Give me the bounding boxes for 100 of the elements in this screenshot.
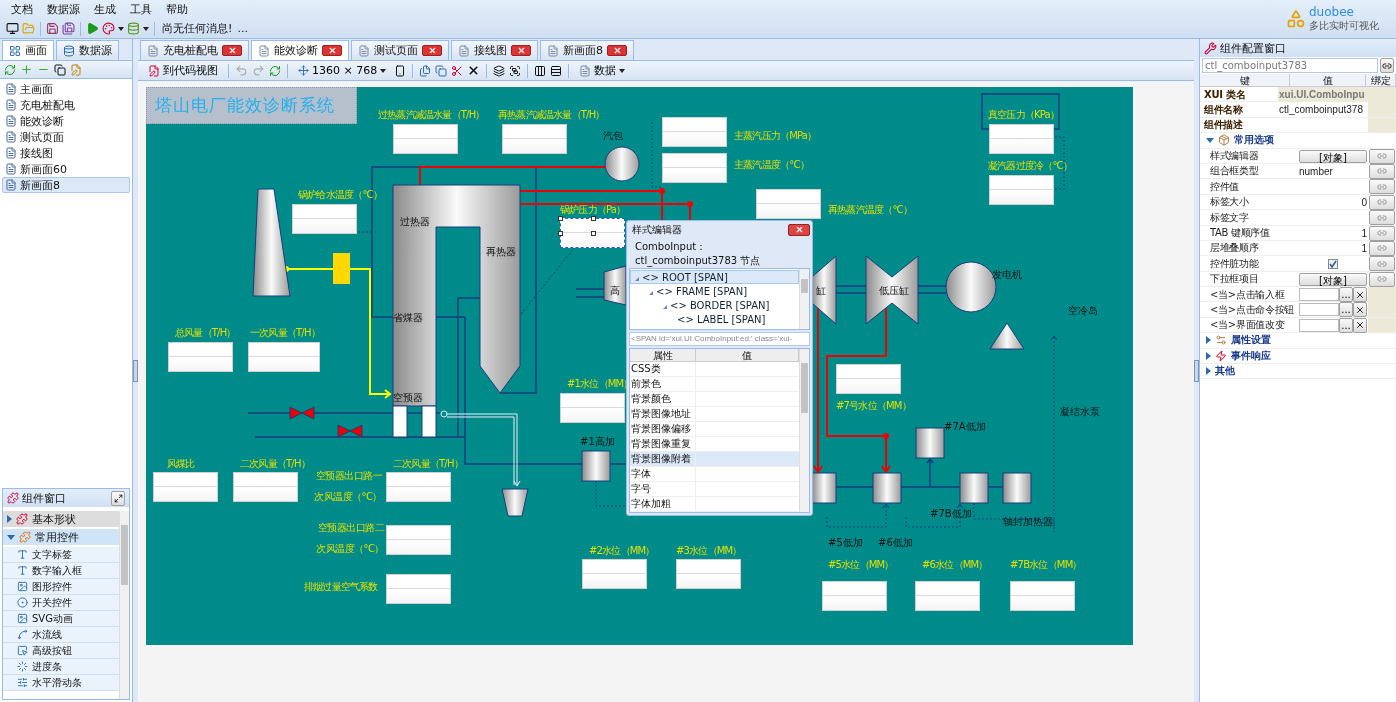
resize-handle[interactable] (591, 216, 596, 221)
panel-tab[interactable]: 数据源 (56, 40, 119, 60)
page-item[interactable]: 测试页面 (2, 129, 130, 145)
clear-button[interactable] (1353, 287, 1367, 303)
close-tab-button[interactable] (322, 45, 342, 56)
link-button[interactable] (1380, 58, 1394, 73)
scrollbar[interactable] (799, 349, 809, 512)
page-item[interactable]: 接线图 (2, 145, 130, 161)
path-field[interactable]: <SPAN id='xui.UI.ComboInput:ed:' class='xui- (629, 332, 810, 346)
send-back-icon[interactable] (509, 64, 522, 77)
component-item[interactable]: 开关控件 (3, 595, 119, 611)
copy-icon[interactable] (419, 64, 432, 77)
close-tab-button[interactable] (607, 45, 627, 56)
document-tab[interactable]: 充电桩配电 (140, 40, 249, 60)
component-id-field[interactable]: ctl_comboinput3783 (1202, 58, 1378, 73)
resize-handle[interactable] (558, 216, 563, 221)
property-row[interactable]: 背景图像偏移 (630, 422, 799, 437)
page-item[interactable]: 新画面60 (2, 161, 130, 177)
close-tab-button[interactable] (511, 45, 531, 56)
size-dropdown[interactable]: 1360 × 768 (294, 62, 391, 79)
property-row[interactable]: 背景图像附着 (630, 452, 799, 467)
component-item[interactable]: 图形控件 (3, 579, 119, 595)
paste-icon[interactable] (435, 64, 448, 77)
play-icon[interactable] (86, 22, 99, 35)
property-row[interactable]: 字体加粗 (630, 497, 799, 512)
component-item[interactable]: 文字标签 (3, 547, 119, 563)
more-link[interactable]: ... (237, 22, 248, 35)
close-tab-button[interactable] (222, 45, 242, 56)
monitor-icon[interactable] (6, 22, 19, 35)
bind-button[interactable] (1369, 210, 1395, 226)
property-group[interactable]: 常用选项 (1200, 133, 1396, 149)
document-tab[interactable]: 能效诊断 (251, 40, 349, 60)
property-row[interactable]: 背景颜色 (630, 392, 799, 407)
property-group[interactable]: 事件响应 (1200, 348, 1396, 365)
property-group[interactable]: 属性设置 (1200, 333, 1396, 349)
distribute-icon[interactable] (550, 64, 563, 77)
page-item[interactable]: 充电桩配电 (2, 97, 130, 113)
page-item[interactable]: 主画面 (2, 81, 130, 97)
value-field[interactable] (560, 218, 625, 248)
close-tab-button[interactable] (422, 45, 442, 56)
tree-item[interactable]: <> FRAME [SPAN] (630, 284, 799, 298)
refresh-icon[interactable] (4, 63, 16, 76)
close-button[interactable] (788, 223, 810, 236)
menu-item[interactable]: 文档 (6, 2, 38, 17)
menu-item[interactable]: 生成 (89, 2, 121, 17)
property-group[interactable]: 其他 (1200, 364, 1396, 380)
bring-front-icon[interactable] (493, 64, 506, 77)
align-icon[interactable] (534, 64, 547, 77)
object-button[interactable]: [对象] (1299, 272, 1367, 286)
component-item[interactable]: 高级按钮 (3, 643, 119, 659)
save-icon[interactable] (46, 22, 59, 35)
component-group[interactable]: 基本形状 (3, 511, 119, 527)
panel-tab[interactable]: 画面 (2, 40, 54, 60)
checkbox[interactable] (1328, 258, 1338, 269)
bind-button[interactable] (1369, 256, 1395, 272)
event-field[interactable] (1299, 303, 1339, 317)
phone-icon[interactable] (394, 64, 407, 77)
collapse-handle[interactable] (133, 359, 138, 382)
add-icon[interactable] (20, 63, 33, 76)
tree-item[interactable]: <> BORDER [SPAN] (630, 298, 799, 312)
collapse-handle[interactable] (1194, 359, 1199, 382)
document-tab[interactable]: 测试页面 (351, 40, 449, 60)
component-group[interactable]: 常用控件 (3, 529, 119, 545)
menu-item[interactable]: 数据源 (42, 2, 85, 17)
database-icon[interactable] (127, 22, 140, 35)
palette-icon[interactable] (102, 22, 115, 35)
component-item[interactable]: 水流线 (3, 627, 119, 643)
property-row[interactable]: 背景图像地址 (630, 407, 799, 422)
save-all-icon[interactable] (62, 22, 75, 35)
code-view-button[interactable]: 到代码视图 (144, 62, 222, 79)
browse-button[interactable]: ... (1339, 302, 1353, 318)
component-item[interactable]: 进度条 (3, 659, 119, 675)
scrollbar[interactable] (799, 269, 809, 329)
document-tab[interactable]: 新画面8 (540, 40, 634, 60)
resize-handle[interactable] (591, 231, 596, 236)
copy-icon[interactable] (54, 63, 66, 76)
cut-icon[interactable] (451, 64, 464, 77)
resize-handle[interactable] (558, 231, 563, 236)
data-dropdown[interactable]: 数据 (575, 62, 630, 79)
scrollbar[interactable] (119, 511, 129, 699)
tree-item[interactable]: <> LABEL [SPAN] (630, 312, 799, 326)
property-row[interactable]: 字号 (630, 482, 799, 497)
browse-button[interactable]: ... (1339, 287, 1353, 303)
property-row[interactable]: CSS类 (630, 362, 799, 377)
page-item[interactable]: 能效诊断 (2, 113, 130, 129)
clear-button[interactable] (1353, 302, 1367, 318)
menu-item[interactable]: 工具 (125, 2, 157, 17)
component-item[interactable]: SVG动画 (3, 611, 119, 627)
refresh-icon[interactable] (269, 64, 281, 77)
event-field[interactable] (1299, 318, 1339, 332)
component-item[interactable]: 数字输入框 (3, 563, 119, 579)
bind-button[interactable] (1369, 179, 1395, 195)
redo-icon[interactable] (252, 64, 265, 77)
object-button[interactable]: [对象] (1299, 149, 1367, 163)
property-row[interactable]: 字体 (630, 467, 799, 482)
property-row[interactable]: 前景色 (630, 377, 799, 392)
page-item[interactable]: 新画面8 (2, 177, 130, 193)
restore-button[interactable] (111, 490, 125, 506)
document-tab[interactable]: 接线图 (451, 40, 538, 60)
menu-item[interactable]: 帮助 (161, 2, 193, 17)
